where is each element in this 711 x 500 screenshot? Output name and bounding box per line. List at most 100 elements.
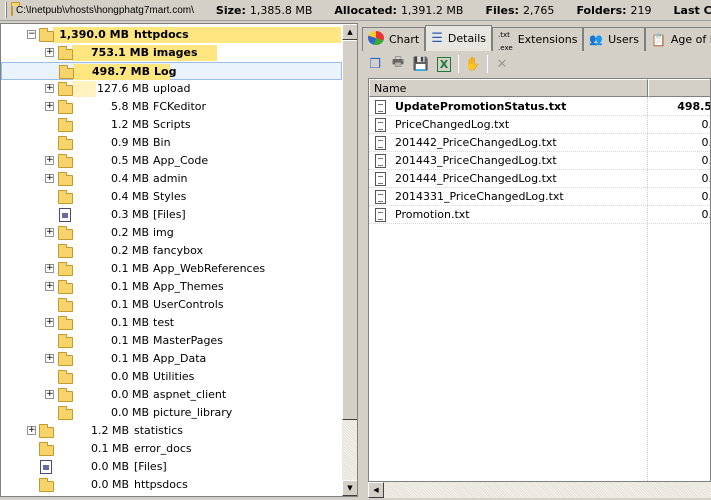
column-header-name[interactable]: Name	[369, 79, 648, 97]
file-row[interactable]: 201444_PriceChangedLog.txt 0.	[369, 170, 710, 188]
file-size: 498.5	[677, 100, 711, 113]
expand-icon[interactable]: +	[45, 174, 54, 183]
tree-item[interactable]: 0.0 MB picture_library	[1, 404, 342, 422]
tree-item[interactable]: +1.2 MB statistics	[1, 422, 342, 440]
text-file-icon	[375, 118, 386, 132]
expand-icon[interactable]: +	[45, 228, 54, 237]
tree-item[interactable]: 0.0 MB [Files]	[1, 458, 342, 476]
toolbar-grip[interactable]	[5, 2, 7, 18]
tree-item-name: [Files]	[134, 460, 167, 473]
tree-item[interactable]: 0.3 MB [Files]	[1, 206, 342, 224]
tree-item[interactable]: − 1,390.0 MB httpdocs	[1, 26, 342, 44]
tree-item[interactable]: +0.1 MB App_Themes	[1, 278, 342, 296]
excel-button[interactable]: X	[435, 55, 453, 73]
print-icon: 🖶	[391, 55, 405, 70]
expand-icon[interactable]: +	[45, 156, 54, 165]
tree-item[interactable]: +0.5 MB App_Code	[1, 152, 342, 170]
tree-item[interactable]: 0.1 MB UserControls	[1, 296, 342, 314]
tree-item[interactable]: 0.2 MB fancybox	[1, 242, 342, 260]
tree-vertical-scrollbar[interactable]: ▲ ▼	[342, 24, 357, 496]
toolbar-separator	[458, 55, 459, 73]
tree-item[interactable]: 498.7 MB Log	[1, 62, 342, 80]
size-stat: Size: 1,385.8 MB	[215, 3, 313, 17]
tree-item-size: 498.7 MB	[92, 65, 150, 78]
details-panel: Chart ☰ Details .txt .exe Extensions 👥 Users 📋 Ag…	[362, 23, 711, 498]
tree-item-name: statistics	[134, 424, 184, 437]
expand-icon[interactable]: +	[45, 264, 54, 273]
tree-item[interactable]: +127.6 MB upload	[1, 80, 342, 98]
file-row[interactable]: PriceChangedLog.txt 0.	[369, 116, 711, 134]
text-file-icon	[375, 100, 386, 114]
expand-icon[interactable]: +	[45, 354, 54, 363]
folder-tree: −1,390.0 MB httpdocs +753.1 MB images 498.7 …	[0, 23, 358, 497]
expand-icon[interactable]: +	[27, 426, 36, 435]
tree-item[interactable]: +0.2 MB img	[1, 224, 342, 242]
copy-icon: ❐	[369, 56, 381, 72]
tree-item-name: img	[153, 226, 174, 239]
expand-icon[interactable]: +	[45, 390, 54, 399]
tree-item[interactable]: 0.0 MB Utilities	[1, 368, 342, 386]
tree-item-size: 127.6 MB	[96, 82, 149, 95]
tree-item[interactable]: +0.0 MB aspnet_client	[1, 386, 342, 404]
tree-item[interactable]: 0.4 MB Styles	[1, 188, 342, 206]
file-row[interactable]: Promotion.txt 0.	[369, 206, 710, 224]
save-button[interactable]: 💾	[412, 55, 430, 73]
tree-item[interactable]: +0.4 MB admin	[1, 170, 342, 188]
tree-item-name: picture_library	[153, 406, 233, 419]
copy-button[interactable]: ❐	[366, 55, 384, 73]
expand-icon[interactable]: +	[45, 48, 54, 57]
file-name: Promotion.txt	[395, 208, 470, 221]
expand-icon[interactable]: +	[45, 102, 54, 111]
tree-item[interactable]: 0.0 MB httpsdocs	[1, 476, 342, 494]
tree-item[interactable]: 0.9 MB Bin	[1, 134, 342, 152]
tree-item-size: 0.9 MB	[110, 136, 149, 149]
tree-item[interactable]: 0.1 MB MasterPages	[1, 332, 342, 350]
collapse-icon[interactable]: −	[27, 30, 36, 39]
list-horizontal-scrollbar[interactable]: ◀	[368, 482, 711, 498]
file-name: 201444_PriceChangedLog.txt	[395, 172, 557, 185]
print-button[interactable]: 🖶	[389, 55, 407, 73]
scroll-down-button[interactable]: ▼	[342, 480, 357, 496]
delete-button[interactable]: ✕	[493, 55, 511, 73]
file-size: 0.	[701, 118, 711, 131]
list-header: Name	[369, 79, 710, 97]
tree-item[interactable]: 0.1 MB error_docs	[1, 440, 342, 458]
tree-item[interactable]: +0.1 MB App_Data	[1, 350, 342, 368]
tab-chart[interactable]: Chart	[362, 27, 426, 51]
tree-item-name: httpsdocs	[134, 478, 188, 491]
tab-users[interactable]: 👥 Users	[583, 27, 645, 51]
scroll-thumb[interactable]	[342, 40, 357, 420]
tab-age-of-fil[interactable]: 📋 Age of Fil	[644, 27, 711, 51]
tab-label: Extensions	[517, 33, 578, 46]
tree-item[interactable]: +753.1 MB images	[1, 44, 342, 62]
hand-button[interactable]: ✋	[464, 55, 482, 73]
text-file-icon	[375, 154, 386, 168]
file-row[interactable]: 2014331_PriceChangedLog.txt 0.	[369, 188, 710, 206]
expand-icon[interactable]: +	[45, 84, 54, 93]
tree-item-size: 0.0 MB	[90, 460, 129, 473]
text-file-icon	[375, 190, 386, 204]
tree-item[interactable]: 1.2 MB Scripts	[1, 116, 342, 134]
tree-item-name: [Files]	[153, 208, 186, 221]
tree-item-name: Bin	[153, 136, 171, 149]
scroll-left-button[interactable]: ◀	[368, 482, 384, 498]
file-row[interactable]: 201443_PriceChangedLog.txt 0.	[369, 152, 710, 170]
file-row[interactable]: 201442_PriceChangedLog.txt 0.	[369, 134, 710, 152]
column-header-size[interactable]	[648, 79, 710, 97]
file-row[interactable]: UpdatePromotionStatus.txt 498.5	[369, 98, 711, 116]
tree-item[interactable]: +0.1 MB App_WebReferences	[1, 260, 342, 278]
tree-item-size: 0.1 MB	[110, 316, 149, 329]
file-name: UpdatePromotionStatus.txt	[395, 100, 567, 113]
scroll-up-button[interactable]: ▲	[342, 24, 357, 40]
expand-icon[interactable]: +	[45, 282, 54, 291]
tree-item-size: 0.0 MB	[110, 370, 149, 383]
tree-item-size: 0.1 MB	[110, 298, 149, 311]
tab-details[interactable]: ☰ Details	[425, 25, 493, 51]
tab-label: Users	[608, 33, 639, 46]
tree-item-size: 0.1 MB	[110, 352, 149, 365]
tree-item[interactable]: +5.8 MB FCKeditor	[1, 98, 342, 116]
tree-item-size: 1.2 MB	[110, 118, 149, 131]
expand-icon[interactable]: +	[45, 318, 54, 327]
tab-extensions[interactable]: .txt .exe Extensions	[492, 27, 584, 51]
tree-item[interactable]: +0.1 MB test	[1, 314, 342, 332]
